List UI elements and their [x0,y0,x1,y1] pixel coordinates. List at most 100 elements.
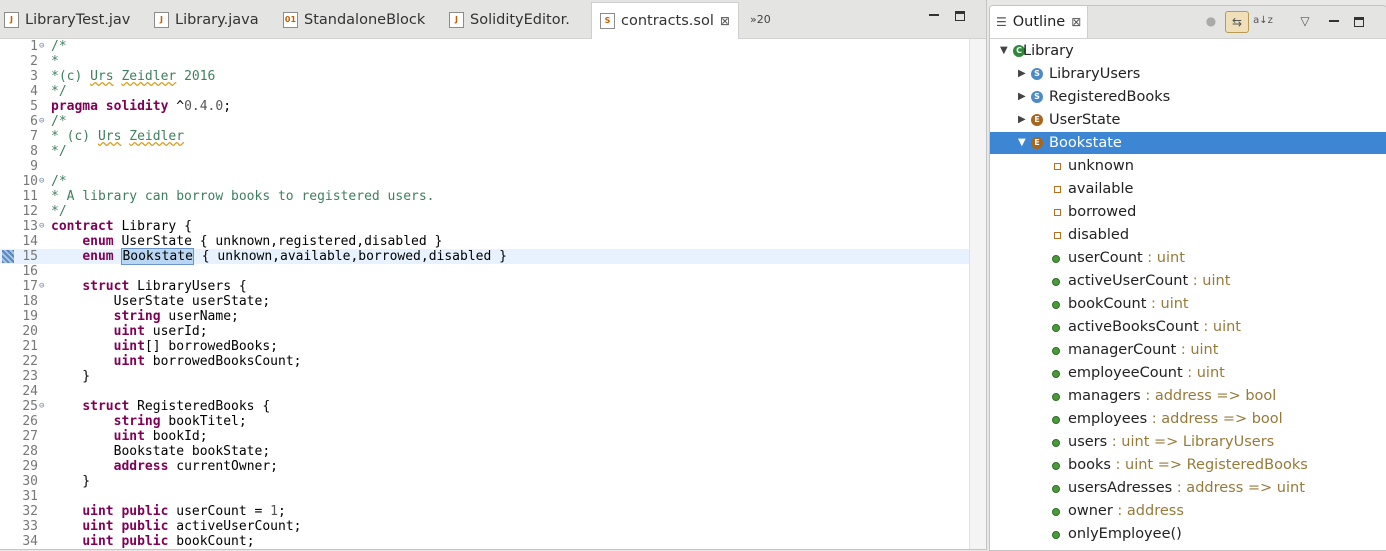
code-line[interactable]: 27 uint bookId; [0,429,969,444]
code-line[interactable]: 6 ⊖ /* [0,114,969,129]
code-text[interactable]: } [51,369,90,384]
outline-node[interactable]: borrowed [990,201,1386,223]
close-icon[interactable]: ⊠ [720,14,730,28]
tab-librarytestjav[interactable]: J LibraryTest.jav [4,2,130,38]
code-text[interactable]: enum UserState { unknown,registered,disa… [51,234,442,249]
hide-fields-icon[interactable]: ● [1200,11,1222,31]
code-line[interactable]: 30 } [0,474,969,489]
code-line[interactable]: 26 string bookTitel; [0,414,969,429]
code-text[interactable]: enum Bookstate { unknown,available,borro… [51,248,507,265]
outline-node[interactable]: owner : address [990,500,1386,522]
fold-toggle-icon[interactable]: ⊖ [39,399,44,414]
code-line[interactable]: 34 uint public bookCount; [0,534,969,549]
fold-toggle-icon[interactable]: ⊖ [39,279,44,294]
outline-node[interactable]: ▶ S LibraryUsers [990,63,1386,85]
code-text[interactable]: * (c) Urs Zeidler [51,129,184,144]
code-line[interactable]: 4 */ [0,84,969,99]
code-text[interactable]: uint[] borrowedBooks; [51,339,278,354]
code-line[interactable]: 16 [0,264,969,279]
code-line[interactable]: 19 string userName; [0,309,969,324]
tab-outline[interactable]: ☰ Outline ⊠ [990,6,1089,38]
code-text[interactable]: uint userId; [51,324,208,339]
maximize-icon[interactable] [955,11,965,21]
outline-node[interactable]: unknown [990,155,1386,177]
code-text[interactable]: pragma solidity ^0.4.0; [51,99,231,114]
fold-toggle-icon[interactable]: ⊖ [39,39,44,54]
code-text[interactable]: string bookTitel; [51,414,247,429]
code-text[interactable]: */ [51,144,67,159]
code-text[interactable]: address currentOwner; [51,459,278,474]
code-line[interactable]: 18 UserState userState; [0,294,969,309]
outline-node[interactable]: users : uint => LibraryUsers [990,431,1386,453]
code-text[interactable]: struct LibraryUsers { [51,279,246,294]
outline-node[interactable]: managers : address => bool [990,385,1386,407]
fold-toggle-icon[interactable]: ⊖ [39,114,44,129]
code-text[interactable]: uint public userCount = 1; [51,504,286,519]
outline-node[interactable]: disabled [990,224,1386,246]
outline-node[interactable]: books : uint => RegisteredBooks [990,454,1386,476]
code-line[interactable]: 25 ⊖ struct RegisteredBooks { [0,399,969,414]
view-menu-icon[interactable]: ▽ [1294,11,1316,31]
code-line[interactable]: 29 address currentOwner; [0,459,969,474]
code-line[interactable]: 21 uint[] borrowedBooks; [0,339,969,354]
tab-contractssol[interactable]: Scontracts.sol ⊠ [591,2,739,39]
outline-node[interactable]: activeUserCount : uint [990,270,1386,292]
code-line[interactable]: 13 ⊖ contract Library { [0,219,969,234]
outline-node[interactable]: employees : address => bool [990,408,1386,430]
tab-standaloneblock[interactable]: 01 StandaloneBlock [283,2,425,38]
tab-overflow-button[interactable]: »20 [750,13,771,26]
code-text[interactable]: */ [51,84,67,99]
close-icon[interactable]: ⊠ [1071,15,1081,29]
code-line[interactable]: 17 ⊖ struct LibraryUsers { [0,279,969,294]
outline-node[interactable]: available [990,178,1386,200]
code-text[interactable]: string userName; [51,309,239,324]
outline-node[interactable]: ▶ E UserState [990,109,1386,131]
tab-libraryjava[interactable]: J Library.java [154,2,259,38]
code-line[interactable]: 32 uint public userCount = 1; [0,504,969,519]
fold-toggle-icon[interactable]: ⊖ [39,219,44,234]
code-line[interactable]: 14 enum UserState { unknown,registered,d… [0,234,969,249]
code-line[interactable]: 24 [0,384,969,399]
sort-alphabetically-icon[interactable]: a↓z [1252,11,1274,31]
code-text[interactable]: /* [51,174,67,189]
code-text[interactable]: /* [51,114,67,129]
code-line[interactable]: 22 uint borrowedBooksCount; [0,354,969,369]
code-line[interactable]: 12 */ [0,204,969,219]
code-text[interactable]: uint bookId; [51,429,208,444]
code-text[interactable]: uint public bookCount; [51,534,254,549]
code-line[interactable]: 31 [0,489,969,504]
code-text[interactable]: * A library can borrow books to register… [51,189,435,204]
fold-toggle-icon[interactable]: ⊖ [39,174,44,189]
code-text[interactable]: uint borrowedBooksCount; [51,354,302,369]
outline-node[interactable]: userCount : uint [990,247,1386,269]
code-line[interactable]: 11 * A library can borrow books to regist… [0,189,969,204]
vertical-scrollbar[interactable] [969,39,986,549]
code-editor[interactable]: 1 ⊖/* 2 * 3 *(c) Urs Zeidler 2016 4 */5 pragma s… [0,39,969,549]
code-text[interactable]: *(c) Urs Zeidler 2016 [51,69,215,84]
code-line[interactable]: 10 ⊖ /* [0,174,969,189]
outline-node[interactable]: ▼ C Library [990,40,1386,62]
chevron-right-icon[interactable]: ▶ [1018,109,1028,131]
tab-solidityeditor[interactable]: J SolidityEditor. [449,2,570,38]
code-text[interactable]: UserState userState; [51,294,271,309]
code-line[interactable]: 2 * [0,54,969,69]
outline-node[interactable]: bookCount : uint [990,293,1386,315]
code-line[interactable]: 20 uint userId; [0,324,969,339]
outline-node[interactable]: ▼ E Bookstate [990,132,1386,154]
code-line[interactable]: 8 */ [0,144,969,159]
chevron-right-icon[interactable]: ▶ [1018,63,1028,85]
code-line[interactable]: 23 } [0,369,969,384]
code-line[interactable]: 9 [0,159,969,174]
minimize-icon[interactable] [1329,17,1339,22]
minimize-icon[interactable] [929,11,939,16]
code-text[interactable]: uint public activeUserCount; [51,519,301,534]
outline-node[interactable]: managerCount : uint [990,339,1386,361]
maximize-icon[interactable] [1354,17,1364,27]
outline-node[interactable]: employeeCount : uint [990,362,1386,384]
link-with-editor-icon[interactable]: ⇆ [1225,11,1249,33]
code-line[interactable]: 33 uint public activeUserCount; [0,519,969,534]
outline-node[interactable]: activeBooksCount : uint [990,316,1386,338]
code-text[interactable]: /* [51,39,67,54]
code-line[interactable]: 5 pragma solidity ^0.4.0; [0,99,969,114]
chevron-down-icon[interactable]: ▼ [1018,132,1028,154]
